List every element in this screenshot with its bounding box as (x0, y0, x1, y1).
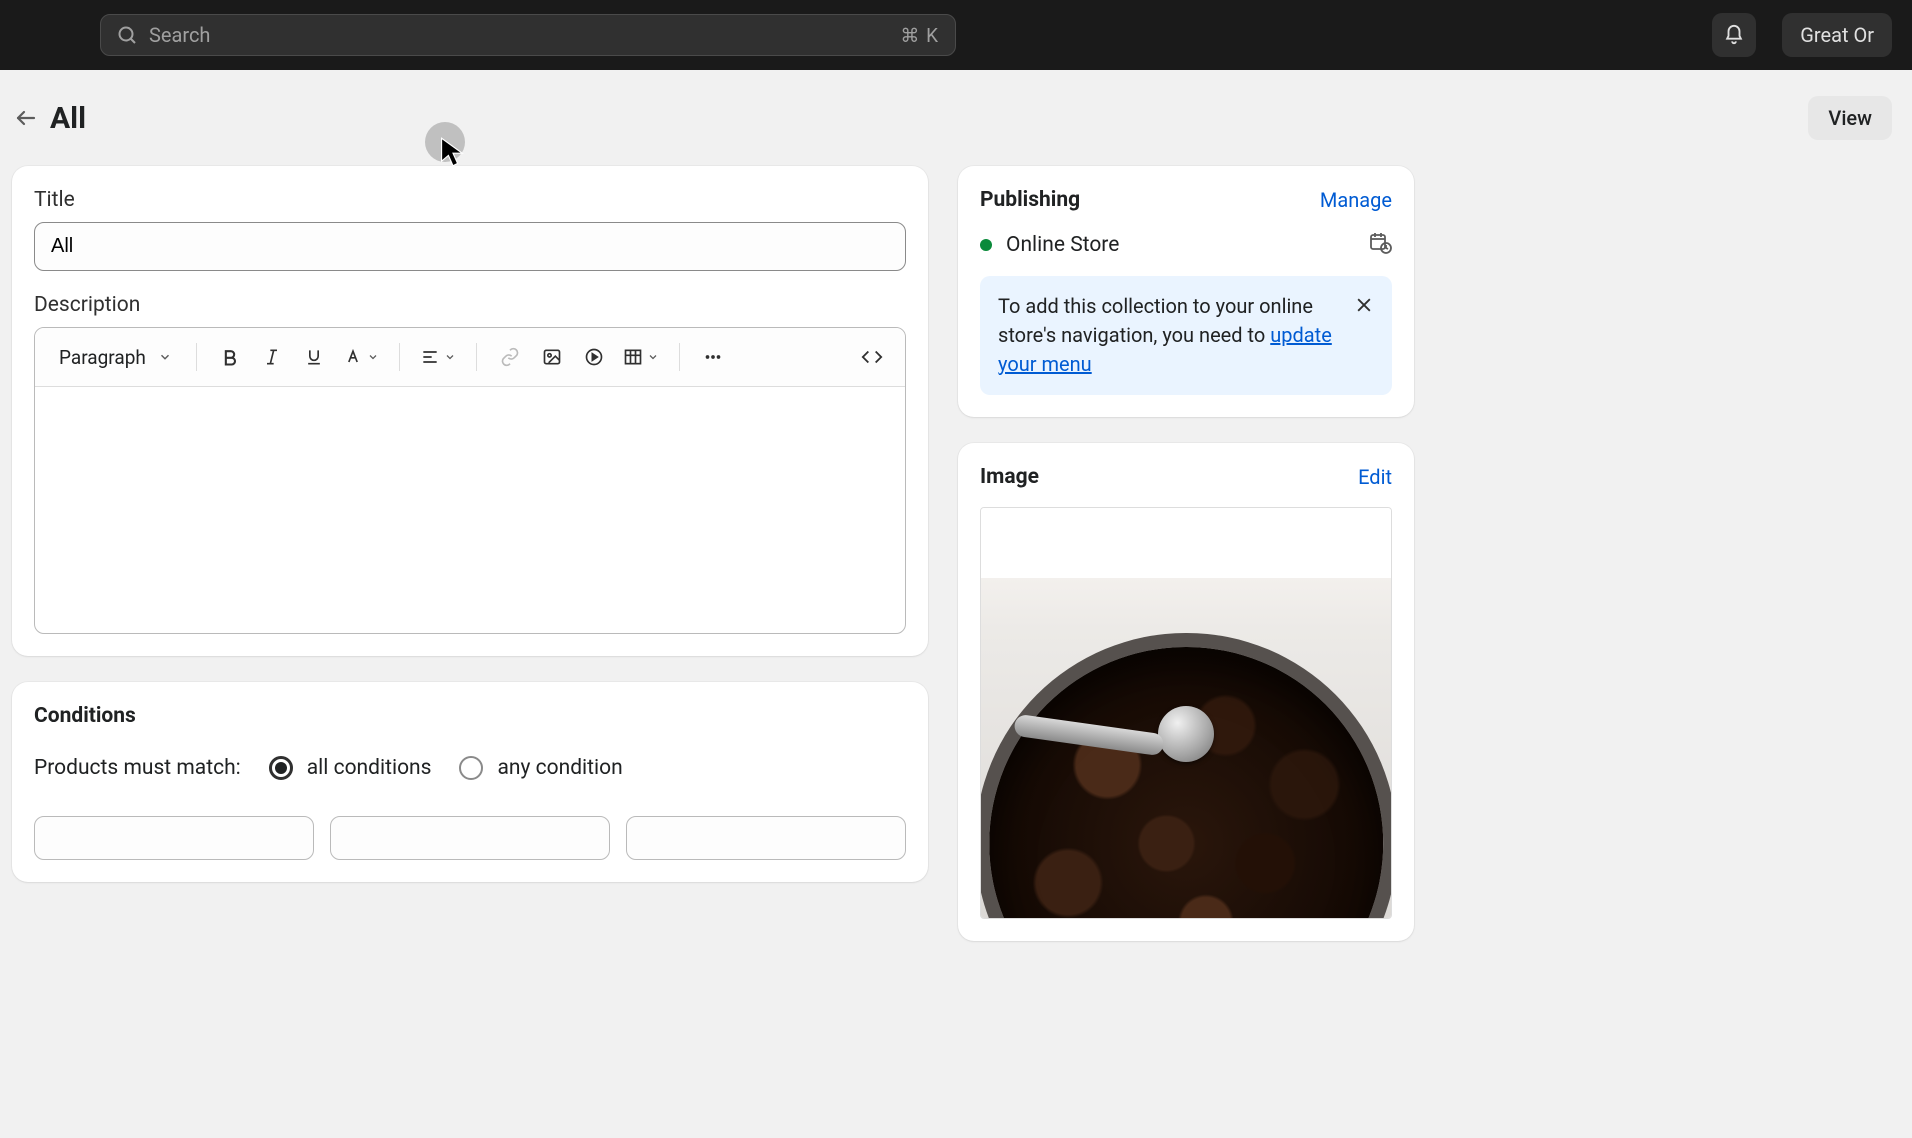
radio-unchecked-icon (459, 756, 483, 780)
manage-link[interactable]: Manage (1320, 188, 1392, 212)
bold-button[interactable] (211, 338, 249, 376)
page-header: All View (0, 70, 1912, 166)
more-button[interactable] (694, 338, 732, 376)
match-row: Products must match: all conditions any … (34, 756, 906, 780)
chevron-down-icon (444, 351, 456, 363)
chevron-down-icon (367, 351, 379, 363)
search-icon (117, 25, 137, 45)
table-icon (623, 347, 643, 367)
video-button[interactable] (575, 338, 613, 376)
underline-icon (304, 347, 324, 367)
condition-field-select[interactable] (34, 816, 314, 860)
title-input[interactable] (34, 222, 906, 271)
underline-button[interactable] (295, 338, 333, 376)
image-button[interactable] (533, 338, 571, 376)
image-title: Image (980, 465, 1039, 489)
edit-image-link[interactable]: Edit (1358, 465, 1392, 489)
collection-image[interactable] (980, 507, 1392, 919)
image-card: Image Edit (958, 443, 1414, 941)
text-color-button[interactable] (337, 347, 385, 367)
chevron-down-icon (158, 350, 172, 364)
close-icon (1354, 295, 1374, 315)
bell-icon (1723, 24, 1745, 46)
coffee-grinder-image (981, 578, 1391, 918)
banner-close-button[interactable] (1354, 294, 1374, 323)
status-dot-icon (980, 239, 992, 251)
channel-label: Online Store (1006, 233, 1119, 257)
title-description-card: Title Description Paragraph (12, 166, 928, 656)
video-icon (584, 347, 604, 367)
match-label: Products must match: (34, 756, 241, 780)
calendar-clock-icon (1368, 230, 1392, 254)
view-button[interactable]: View (1808, 96, 1892, 140)
description-label: Description (34, 293, 906, 317)
condition-value-input[interactable] (626, 816, 906, 860)
publishing-title: Publishing (980, 188, 1080, 212)
account-label: Great Or (1800, 23, 1874, 47)
align-button[interactable] (414, 347, 462, 367)
topbar: Search ⌘ K Great Or (0, 0, 1912, 70)
radio-all-conditions[interactable]: all conditions (269, 756, 432, 780)
ellipsis-icon (702, 346, 724, 368)
publishing-card: Publishing Manage Online Store To add th… (958, 166, 1414, 417)
bold-icon (220, 347, 240, 367)
page-title: All (50, 101, 86, 136)
radio-any-condition[interactable]: any condition (459, 756, 622, 780)
code-view-button[interactable] (853, 338, 891, 376)
code-icon (861, 346, 883, 368)
rich-text-editor: Paragraph (34, 327, 906, 634)
link-icon (500, 347, 520, 367)
table-button[interactable] (617, 347, 665, 367)
title-label: Title (34, 188, 906, 212)
conditions-title: Conditions (34, 704, 906, 728)
account-menu[interactable]: Great Or (1782, 13, 1892, 57)
chevron-down-icon (647, 351, 659, 363)
link-button[interactable] (491, 338, 529, 376)
banner-text: To add this collection to your online st… (998, 292, 1338, 379)
notifications-button[interactable] (1712, 13, 1756, 57)
italic-icon (262, 347, 282, 367)
search-placeholder: Search (149, 23, 900, 47)
back-button[interactable] (8, 100, 44, 136)
paragraph-style-dropdown[interactable]: Paragraph (49, 340, 182, 375)
editor-toolbar: Paragraph (35, 328, 905, 387)
conditions-card: Conditions Products must match: all cond… (12, 682, 928, 882)
search-shortcut: ⌘ K (900, 24, 939, 47)
search-input[interactable]: Search ⌘ K (100, 14, 956, 56)
image-icon (542, 347, 562, 367)
radio-checked-icon (269, 756, 293, 780)
text-color-icon (343, 347, 363, 367)
align-left-icon (420, 347, 440, 367)
description-textarea[interactable] (35, 387, 905, 633)
navigation-info-banner: To add this collection to your online st… (980, 276, 1392, 395)
channel-row: Online Store (980, 230, 1392, 260)
arrow-left-icon (14, 106, 38, 130)
condition-operator-select[interactable] (330, 816, 610, 860)
schedule-button[interactable] (1368, 230, 1392, 260)
italic-button[interactable] (253, 338, 291, 376)
